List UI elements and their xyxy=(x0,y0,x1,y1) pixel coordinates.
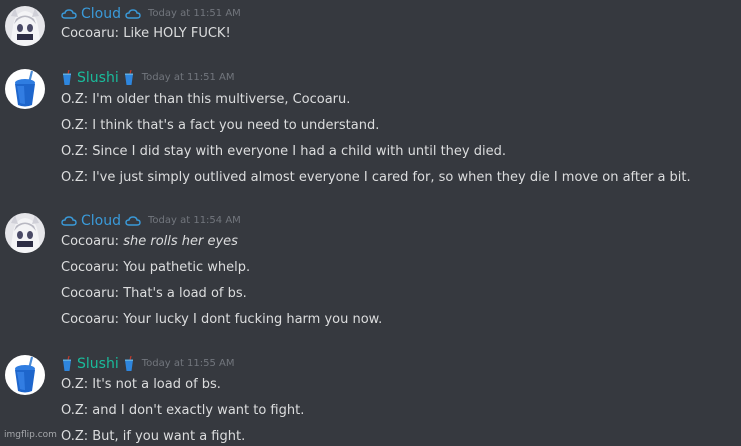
speaker-label: O.Z: xyxy=(61,118,89,133)
message-text: It's not a load of bs. xyxy=(92,377,221,392)
speaker-label: Cocoaru: xyxy=(61,26,120,41)
message-text: and I don't exactly want to fight. xyxy=(92,403,305,418)
speaker-label: O.Z: xyxy=(61,144,89,159)
message-line: Cocoaru: Your lucky I dont fucking harm … xyxy=(61,311,382,329)
cloud-icon xyxy=(61,8,77,20)
cup-icon xyxy=(61,355,73,372)
speaker-label: O.Z: xyxy=(61,377,89,392)
timestamp: Today at 11:54 AM xyxy=(148,215,241,226)
message-header: Cloud Today at 11:54 AM xyxy=(61,211,241,231)
message-line: O.Z: But, if you want a fight. xyxy=(61,428,245,446)
message-line: Cocoaru: You pathetic whelp. xyxy=(61,259,250,277)
speaker-label: Cocoaru: xyxy=(61,286,120,301)
username-cloud[interactable]: Cloud xyxy=(81,211,121,231)
message-line: Cocoaru: she rolls her eyes xyxy=(61,233,238,251)
cup-icon xyxy=(123,355,135,372)
message-line: Cocoaru: Like HOLY FUCK! xyxy=(61,25,231,43)
avatar-slushi[interactable] xyxy=(5,69,45,109)
avatar-cloud[interactable] xyxy=(5,213,45,253)
message-line: O.Z: Since I did stay with everyone I ha… xyxy=(61,143,506,161)
speaker-label: Cocoaru: xyxy=(61,234,120,249)
message-text: Like HOLY FUCK! xyxy=(123,26,231,41)
speaker-label: Cocoaru: xyxy=(61,312,120,327)
cup-icon xyxy=(61,69,73,86)
message-header: Cloud Today at 11:51 AM xyxy=(61,4,241,24)
username-slushi[interactable]: Slushi xyxy=(77,354,119,374)
message-line: O.Z: I'm older than this multiverse, Coc… xyxy=(61,91,350,109)
message-header: Slushi Today at 11:55 AM xyxy=(61,354,235,374)
message-text: Since I did stay with everyone I had a c… xyxy=(92,144,506,159)
slushie-avatar-icon xyxy=(5,69,45,109)
message-text: I've just simply outlived almost everyon… xyxy=(92,170,691,185)
anime-avatar-icon xyxy=(5,213,45,253)
message-text: I'm older than this multiverse, Cocoaru. xyxy=(92,92,351,107)
cloud-icon xyxy=(61,215,77,227)
avatar-slushi[interactable] xyxy=(5,355,45,395)
speaker-label: O.Z: xyxy=(61,429,89,444)
timestamp: Today at 11:51 AM xyxy=(148,8,241,19)
speaker-label: O.Z: xyxy=(61,92,89,107)
speaker-label: O.Z: xyxy=(61,403,89,418)
message-header: Slushi Today at 11:51 AM xyxy=(61,68,235,88)
cloud-icon xyxy=(125,8,141,20)
watermark: imgflip.com xyxy=(4,430,57,440)
message-text: But, if you want a fight. xyxy=(92,429,246,444)
username-slushi[interactable]: Slushi xyxy=(77,68,119,88)
anime-avatar-icon xyxy=(5,6,45,46)
message-text: I think that's a fact you need to unders… xyxy=(92,118,380,133)
message-text: Your lucky I dont fucking harm you now. xyxy=(123,312,383,327)
message-line: O.Z: It's not a load of bs. xyxy=(61,376,221,394)
cloud-icon xyxy=(125,215,141,227)
speaker-label: O.Z: xyxy=(61,170,89,185)
message-text: That's a load of bs. xyxy=(123,286,247,301)
speaker-label: Cocoaru: xyxy=(61,260,120,275)
slushie-avatar-icon xyxy=(5,355,45,395)
message-line: O.Z: and I don't exactly want to fight. xyxy=(61,402,304,420)
cup-icon xyxy=(123,69,135,86)
message-text: You pathetic whelp. xyxy=(123,260,251,275)
message-line: Cocoaru: That's a load of bs. xyxy=(61,285,247,303)
username-cloud[interactable]: Cloud xyxy=(81,4,121,24)
timestamp: Today at 11:51 AM xyxy=(141,72,235,83)
message-line: O.Z: I've just simply outlived almost ev… xyxy=(61,169,691,187)
action-text: she rolls her eyes xyxy=(123,234,238,249)
timestamp: Today at 11:55 AM xyxy=(141,358,235,369)
message-line: O.Z: I think that's a fact you need to u… xyxy=(61,117,379,135)
avatar-cloud[interactable] xyxy=(5,6,45,46)
